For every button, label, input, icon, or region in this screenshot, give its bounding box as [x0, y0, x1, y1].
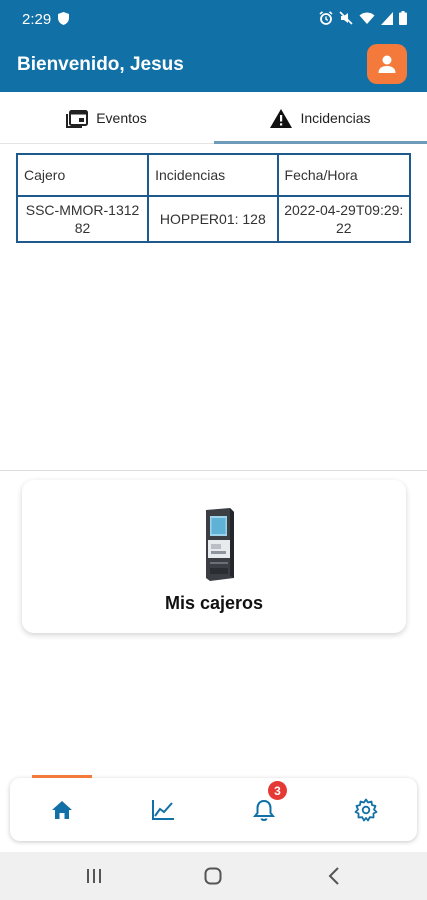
cell-cajero-text: SSC-MMOR-131282 [25, 202, 140, 236]
column-header-cajero: Cajero [15, 153, 150, 197]
column-header-incidencias: Incidencias [147, 153, 279, 197]
mis-cajeros-card[interactable]: Mis cajeros [22, 480, 406, 633]
nav-home[interactable] [48, 796, 76, 824]
kiosk-icon [206, 508, 234, 581]
cell-incidencias: HOPPER01: 128 [147, 195, 279, 243]
settings-icon [354, 798, 378, 822]
tab-bar: Eventos Incidencias [0, 92, 427, 144]
column-header-fecha-hora: Fecha/Hora [276, 153, 412, 197]
recents-button[interactable] [84, 866, 104, 886]
table-row[interactable]: SSC-MMOR-131282 HOPPER01: 128 2022-04-29… [15, 195, 412, 243]
cell-cajero: SSC-MMOR-131282 [15, 195, 150, 243]
back-button[interactable] [324, 866, 344, 886]
cell-incidencias-text: HOPPER01: 128 [159, 211, 266, 227]
tab-incidencias[interactable]: Incidencias [214, 92, 427, 144]
system-nav-bar [0, 852, 427, 900]
battery-icon [399, 11, 407, 25]
alarm-icon [319, 11, 333, 25]
nav-notifications[interactable] [250, 796, 278, 824]
mute-icon [339, 11, 353, 25]
section-divider [0, 470, 427, 471]
home-icon [52, 801, 72, 819]
nav-statistics[interactable] [149, 796, 177, 824]
calendar-icon [66, 110, 89, 128]
wifi-icon [359, 12, 375, 24]
nav-settings[interactable] [352, 796, 380, 824]
card-label: Mis cajeros [164, 593, 264, 613]
back-icon [328, 867, 339, 885]
tab-eventos-label: Eventos [96, 110, 147, 126]
incidents-table: Cajero Incidencias Fecha/Hora SSC-MMOR-1… [15, 153, 412, 243]
nav-active-indicator [32, 775, 92, 778]
table-header-row: Cajero Incidencias Fecha/Hora [15, 153, 412, 197]
tab-incidencias-label: Incidencias [300, 110, 371, 126]
system-home-button[interactable] [203, 866, 223, 886]
tab-active-indicator [214, 141, 427, 144]
page-title: Bienvenido, Jesus [17, 54, 184, 75]
app-header: Bienvenido, Jesus [0, 40, 427, 92]
person-icon [378, 55, 396, 73]
cell-fecha-hora: 2022-04-29T09:29:22 [276, 195, 412, 243]
signal-icon [381, 11, 393, 25]
chart-icon [152, 800, 174, 820]
tab-eventos[interactable]: Eventos [0, 92, 213, 144]
cell-fecha-hora-text: 2022-04-29T09:29:22 [284, 202, 404, 236]
status-bar: 2:29 [0, 0, 427, 40]
status-time: 2:29 [22, 11, 52, 28]
profile-button[interactable] [367, 44, 407, 84]
shield-icon [58, 12, 69, 25]
notification-badge: 3 [268, 781, 287, 800]
recents-icon [87, 869, 101, 883]
home-circle-icon [204, 867, 222, 885]
warning-icon [270, 108, 293, 128]
bell-icon [253, 799, 275, 821]
bottom-nav: 3 [10, 775, 417, 841]
